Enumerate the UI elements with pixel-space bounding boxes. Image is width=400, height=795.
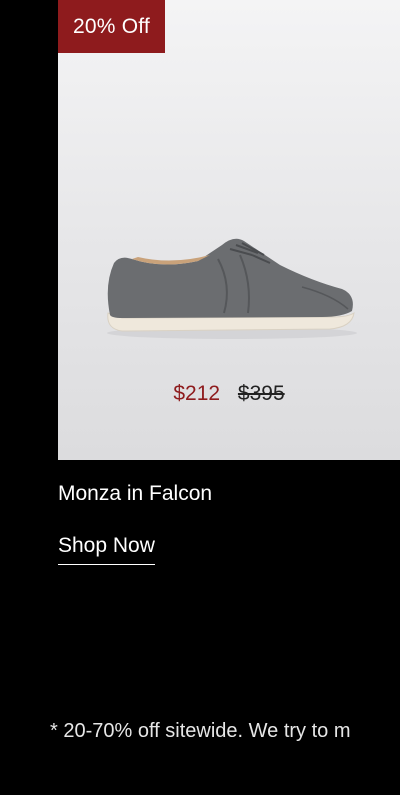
shoe-upper <box>107 238 353 318</box>
discount-badge: 20% Off <box>58 0 165 53</box>
product-image[interactable] <box>102 225 362 345</box>
product-name[interactable]: Monza in Falcon <box>58 482 212 506</box>
shop-now-link[interactable]: Shop Now <box>58 534 155 565</box>
promo-footnote: * 20-70% off sitewide. We try to m <box>50 720 351 742</box>
product-card[interactable]: 20% Off $212 $395 <box>58 0 400 460</box>
price-row: $212 $395 <box>58 382 400 406</box>
sale-price: $212 <box>173 382 221 405</box>
promo-page: 20% Off $212 $395 Monza in Falcon Shop N… <box>0 0 400 795</box>
original-price: $395 <box>237 382 285 405</box>
